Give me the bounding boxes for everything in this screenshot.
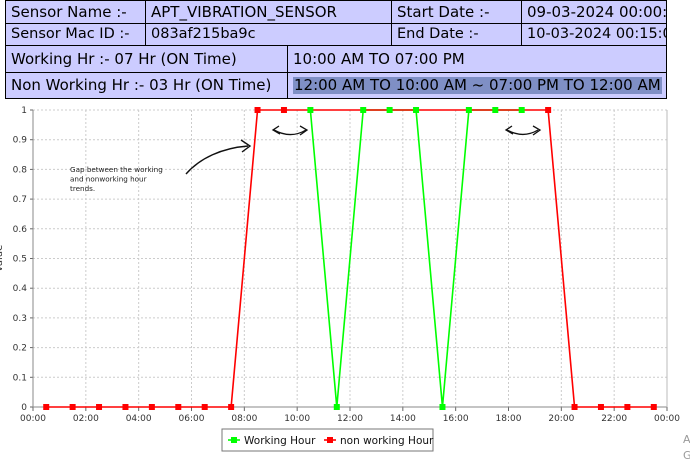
data-point-non-working-hour — [96, 404, 103, 410]
line-chart: 0 0.1 0.2 0.3 0.4 0.5 0.6 0.7 0.8 0.9 1 00:00 02:00 0… — [0, 106, 680, 452]
y-tick-label: 0.6 — [13, 225, 28, 235]
working-hours-label: Working Hr :- 07 Hr (ON Time) — [5, 45, 288, 73]
corner-text-2: G — [683, 449, 690, 462]
y-axis-label: Value — [0, 245, 5, 272]
sensor-name-value: APT_VIBRATION_SENSOR — [145, 0, 392, 24]
data-point-non-working-hour — [650, 404, 657, 410]
y-tick-label: 0.1 — [13, 373, 27, 383]
data-point-non-working-hour — [571, 404, 578, 410]
y-tick-label: 0.3 — [13, 314, 27, 324]
x-tick-label: 22:00 — [601, 414, 627, 424]
start-date-value: 09-03-2024 00:00:00 — [521, 0, 667, 24]
end-date-label: End Date :- — [391, 23, 522, 46]
y-tick-label: 0.9 — [13, 136, 28, 146]
start-date-label: Start Date :- — [391, 0, 522, 24]
x-tick-label: 00:00 — [654, 414, 680, 424]
non-working-hours-label: Non Working Hr :- 03 Hr (ON Time) — [5, 72, 288, 99]
x-tick-label: 00:00 — [20, 414, 46, 424]
selected-text[interactable]: 12:00 AM TO 10:00 AM ~ 07:00 PM TO 12:00… — [293, 77, 662, 94]
x-tick-label: 14:00 — [390, 414, 416, 424]
annotation-line: trends. — [70, 184, 95, 193]
data-point-working-hour — [492, 107, 499, 113]
data-point-non-working-hour — [201, 404, 208, 410]
x-tick-label: 02:00 — [73, 414, 99, 424]
non-working-hours-value: 12:00 AM TO 10:00 AM ~ 07:00 PM TO 12:00… — [287, 72, 667, 99]
data-point-non-working-hour — [43, 404, 50, 410]
x-tick-label: 18:00 — [496, 414, 522, 424]
data-point-working-hour — [360, 107, 367, 113]
data-point-working-hour — [386, 107, 393, 113]
data-point-working-hour — [439, 404, 446, 410]
end-date-value: 10-03-2024 00:15:00 — [521, 23, 667, 46]
data-point-non-working-hour — [597, 404, 604, 410]
y-tick-label: 0.7 — [13, 195, 27, 205]
y-tick-label: 1 — [21, 106, 27, 116]
legend-label-non-working-hour: non working Hour — [340, 435, 434, 447]
legend-label-working-hour: Working Hour — [244, 435, 316, 447]
annotation-line: and nonworking hour — [70, 175, 147, 184]
working-hours-value: 10:00 AM TO 07:00 PM — [287, 45, 667, 73]
y-tick-label: 0.4 — [13, 284, 28, 294]
y-tick-label: 0.5 — [13, 255, 27, 265]
sensor-info-table: Sensor Name :- APT_VIBRATION_SENSOR Star… — [5, 0, 667, 99]
x-tick-label: 16:00 — [443, 414, 469, 424]
data-point-working-hour — [465, 107, 472, 113]
data-point-working-hour — [518, 107, 525, 113]
legend-marker-non-working-hour — [327, 437, 333, 443]
x-tick-label: 20:00 — [548, 414, 574, 424]
data-point-working-hour — [333, 404, 340, 410]
data-point-non-working-hour — [254, 107, 261, 113]
data-point-non-working-hour — [122, 404, 129, 410]
y-tick-label: 0.8 — [13, 165, 28, 175]
x-tick-label: 10:00 — [284, 414, 310, 424]
data-point-non-working-hour — [228, 404, 235, 410]
data-point-non-working-hour — [280, 107, 287, 113]
data-point-non-working-hour — [148, 404, 155, 410]
data-point-non-working-hour — [69, 404, 76, 410]
y-tick-label: 0.2 — [13, 344, 27, 354]
x-tick-label: 06:00 — [179, 414, 205, 424]
data-point-non-working-hour — [545, 107, 552, 113]
x-tick-label: 04:00 — [126, 414, 152, 424]
sensor-name-label: Sensor Name :- — [5, 0, 146, 24]
data-point-non-working-hour — [175, 404, 182, 410]
x-tick-label: 08:00 — [231, 414, 257, 424]
y-tick-label: 0 — [21, 403, 27, 413]
data-point-non-working-hour — [624, 404, 631, 410]
mac-id-label: Sensor Mac ID :- — [5, 23, 146, 46]
corner-text-1: A — [683, 433, 690, 446]
mac-id-value: 083af215ba9c — [145, 23, 392, 46]
annotation-line: Gap between the working — [70, 165, 163, 174]
data-point-working-hour — [307, 107, 314, 113]
legend-marker-working-hour — [231, 437, 237, 443]
data-point-working-hour — [413, 107, 420, 113]
x-tick-label: 12:00 — [337, 414, 363, 424]
